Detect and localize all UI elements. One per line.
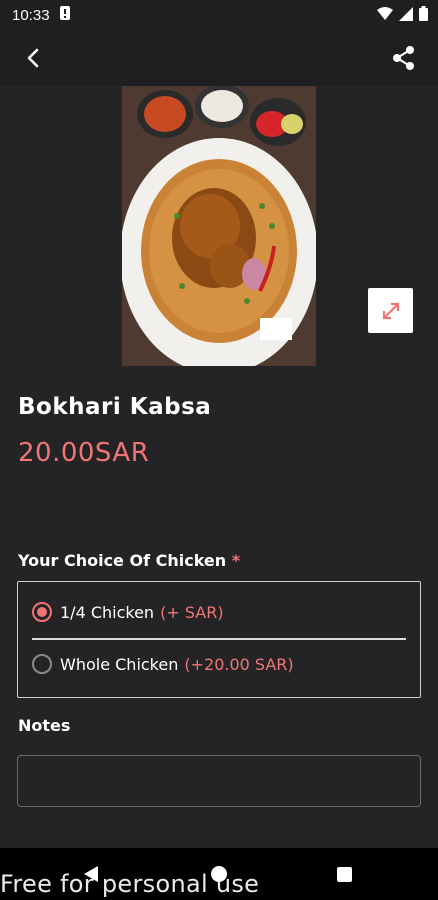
notification-icon	[59, 6, 70, 24]
option-label: 1/4 Chicken	[60, 602, 155, 622]
product-price: 20.00SAR	[18, 438, 150, 468]
notes-label: Notes	[18, 716, 71, 735]
expand-image-button[interactable]	[368, 288, 413, 333]
option-whole-chicken[interactable]: Whole Chicken (+20.00 SAR)	[32, 654, 294, 674]
battery-icon	[419, 6, 428, 25]
option-quarter-chicken[interactable]: 1/4 Chicken (+ SAR)	[32, 602, 224, 622]
share-icon	[393, 46, 414, 70]
arrow-left-icon	[27, 48, 39, 68]
option-label: Whole Chicken	[60, 654, 179, 674]
notes-input[interactable]	[17, 755, 421, 807]
nav-recents-icon[interactable]	[337, 867, 352, 882]
share-button[interactable]	[388, 42, 420, 74]
required-mark: *	[231, 551, 241, 570]
radio-unselected[interactable]	[32, 654, 52, 674]
choice-label-text: Your Choice Of Chicken	[18, 551, 227, 570]
status-icons	[377, 6, 428, 25]
choice-label: Your Choice Of Chicken *	[18, 551, 240, 570]
choice-options: 1/4 Chicken (+ SAR) Whole Chicken (+20.0…	[17, 581, 421, 698]
expand-icon	[382, 302, 399, 319]
wifi-icon	[377, 6, 393, 25]
app-bar	[0, 30, 438, 86]
watermark-text: Free for personal use	[0, 870, 260, 898]
status-bar: 10:33	[0, 0, 438, 30]
status-time: 10:33	[12, 6, 50, 24]
option-extra-price: (+ SAR)	[160, 602, 224, 622]
food-photo	[122, 86, 316, 366]
option-divider	[32, 638, 406, 640]
back-button[interactable]	[18, 42, 50, 74]
product-image[interactable]	[122, 86, 316, 366]
signal-icon	[399, 6, 413, 25]
product-title: Bokhari Kabsa	[18, 394, 212, 420]
option-extra-price: (+20.00 SAR)	[184, 654, 294, 674]
radio-selected[interactable]	[32, 602, 52, 622]
